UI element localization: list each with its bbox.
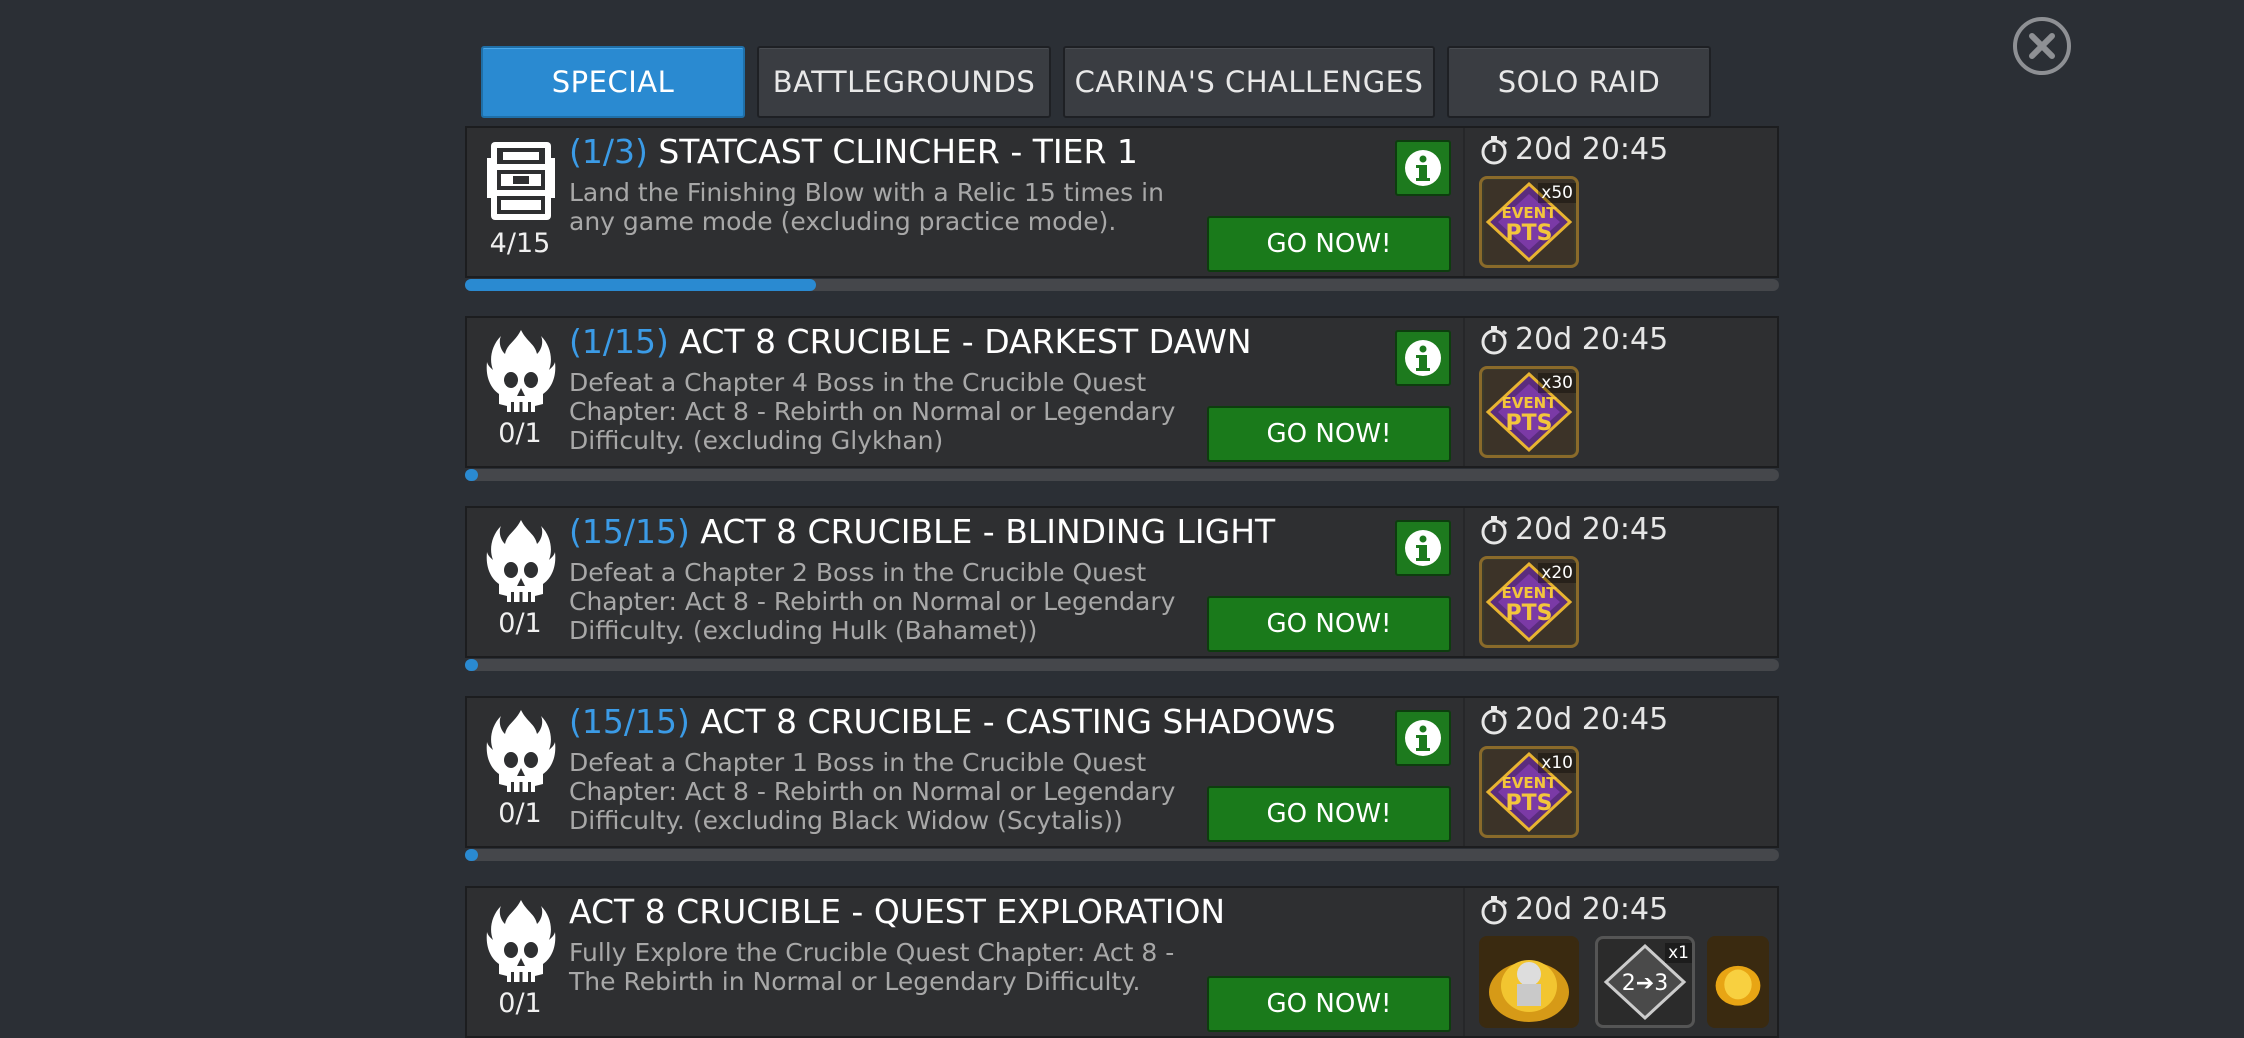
quest-progress-fill (465, 279, 816, 291)
info-button[interactable] (1395, 710, 1451, 766)
info-button[interactable] (1395, 140, 1451, 196)
quest-progress-fill (465, 849, 479, 861)
close-button[interactable] (2013, 17, 2071, 75)
info-icon (1403, 718, 1443, 758)
quest-progress-label: (15/15) (569, 512, 690, 551)
tab-battlegrounds[interactable]: BATTLEGROUNDS (757, 46, 1051, 118)
quest-count: 0/1 (498, 608, 542, 639)
quest-progress-label: (1/15) (569, 322, 669, 361)
stopwatch-icon (1479, 895, 1509, 925)
champion-crystal-icon (1489, 960, 1569, 1022)
reward-item[interactable]: x30 (1479, 366, 1579, 458)
tab-carinas-challenges[interactable]: CARINA'S CHALLENGES (1063, 46, 1435, 118)
quest-title: (15/15) ACT 8 CRUCIBLE - BLINDING LIGHT (569, 512, 1275, 551)
quest-title-text: ACT 8 CRUCIBLE - DARKEST DAWN (679, 322, 1252, 361)
quest-title-text: STATCAST CLINCHER - TIER 1 (658, 132, 1138, 171)
quest-progress-label: (1/3) (569, 132, 648, 171)
quest-progress-fill (465, 659, 479, 671)
flaming-skull-icon (485, 518, 557, 604)
quest-card: 4/15 (1/3) STATCAST CLINCHER - TIER 1 La… (465, 126, 1779, 278)
info-icon (1403, 528, 1443, 568)
quest-description: Fully Explore the Crucible Quest Chapter… (569, 938, 1175, 996)
quest-count: 4/15 (489, 228, 551, 259)
timer-text: 20d 20:45 (1515, 322, 1669, 357)
divider (1463, 508, 1465, 656)
quest-title-text: ACT 8 CRUCIBLE - QUEST EXPLORATION (569, 892, 1226, 931)
quest-title-text: ACT 8 CRUCIBLE - CASTING SHADOWS (700, 702, 1336, 741)
quest-title-text: ACT 8 CRUCIBLE - BLINDING LIGHT (700, 512, 1276, 551)
reward-multiplier: x20 (1538, 563, 1576, 583)
quest-progress-bar (465, 469, 1779, 481)
info-icon (1403, 148, 1443, 188)
reward-multiplier: x10 (1538, 753, 1576, 773)
quest-card: 0/1 (1/15) ACT 8 CRUCIBLE - DARKEST DAWN… (465, 316, 1779, 468)
quest-timer: 20d 20:45 (1479, 512, 1668, 547)
quest-title: (1/15) ACT 8 CRUCIBLE - DARKEST DAWN (569, 322, 1252, 361)
reward-item[interactable]: 2➔3 x1 (1595, 936, 1695, 1028)
reward-item[interactable] (1479, 936, 1579, 1028)
relic-chest-icon (485, 138, 557, 224)
go-now-button[interactable]: GO NOW! (1207, 596, 1451, 652)
quest-description: Defeat a Chapter 1 Boss in the Crucible … (569, 748, 1176, 835)
stopwatch-icon (1479, 325, 1509, 355)
timer-text: 20d 20:45 (1515, 132, 1669, 167)
divider (1463, 698, 1465, 846)
quest-progress-bar (465, 849, 1779, 861)
quest-progress-label: (15/15) (569, 702, 690, 741)
reward-multiplier: x50 (1538, 183, 1576, 203)
rank-up-label: 2➔3 (1622, 971, 1668, 996)
quest-description: Defeat a Chapter 2 Boss in the Crucible … (569, 558, 1176, 645)
reward-item[interactable]: x10 (1479, 746, 1579, 838)
stopwatch-icon (1479, 135, 1509, 165)
quest-timer: 20d 20:45 (1479, 322, 1668, 357)
quest-timer: 20d 20:45 (1479, 702, 1668, 737)
info-icon (1403, 338, 1443, 378)
flaming-skull-icon (485, 328, 557, 414)
quest-timer: 20d 20:45 (1479, 132, 1668, 167)
tab-special[interactable]: SPECIAL (481, 46, 745, 118)
quest-card: 0/1 (15/15) ACT 8 CRUCIBLE - BLINDING LI… (465, 506, 1779, 658)
divider (1463, 128, 1465, 276)
timer-text: 20d 20:45 (1515, 702, 1669, 737)
stopwatch-icon (1479, 705, 1509, 735)
reward-item[interactable]: x20 (1479, 556, 1579, 648)
close-icon (2029, 33, 2055, 59)
reward-multiplier: x1 (1665, 943, 1692, 963)
flaming-skull-icon (485, 708, 557, 794)
reward-multiplier: x30 (1538, 373, 1576, 393)
quest-title: ACT 8 CRUCIBLE - QUEST EXPLORATION (569, 892, 1225, 931)
divider (1463, 318, 1465, 466)
quest-description: Defeat a Chapter 4 Boss in the Crucible … (569, 368, 1176, 455)
quest-progress-bar (465, 659, 1779, 671)
quest-count: 0/1 (498, 418, 542, 449)
quest-count: 0/1 (498, 988, 542, 1019)
quest-card: 0/1 ACT 8 CRUCIBLE - QUEST EXPLORATION F… (465, 886, 1779, 1038)
go-now-button[interactable]: GO NOW! (1207, 786, 1451, 842)
reward-item[interactable] (1707, 936, 1769, 1028)
quest-description: Land the Finishing Blow with a Relic 15 … (569, 178, 1164, 236)
quest-title: (15/15) ACT 8 CRUCIBLE - CASTING SHADOWS (569, 702, 1336, 741)
flaming-skull-icon (485, 898, 557, 984)
go-now-button[interactable]: GO NOW! (1207, 216, 1451, 272)
quest-card: 0/1 (15/15) ACT 8 CRUCIBLE - CASTING SHA… (465, 696, 1779, 848)
quest-progress-fill (465, 469, 479, 481)
reward-item[interactable]: x50 (1479, 176, 1579, 268)
divider (1463, 888, 1465, 1036)
quest-title: (1/3) STATCAST CLINCHER - TIER 1 (569, 132, 1138, 171)
timer-text: 20d 20:45 (1515, 892, 1669, 927)
tab-solo-raid[interactable]: SOLO RAID (1447, 46, 1711, 118)
quest-count: 0/1 (498, 798, 542, 829)
flaming-skull-reward-icon (1715, 965, 1761, 1006)
info-button[interactable] (1395, 520, 1451, 576)
go-now-button[interactable]: GO NOW! (1207, 406, 1451, 462)
go-now-button[interactable]: GO NOW! (1207, 976, 1451, 1032)
info-button[interactable] (1395, 330, 1451, 386)
stopwatch-icon (1479, 515, 1509, 545)
quest-progress-bar (465, 279, 1779, 291)
quest-timer: 20d 20:45 (1479, 892, 1668, 927)
timer-text: 20d 20:45 (1515, 512, 1669, 547)
